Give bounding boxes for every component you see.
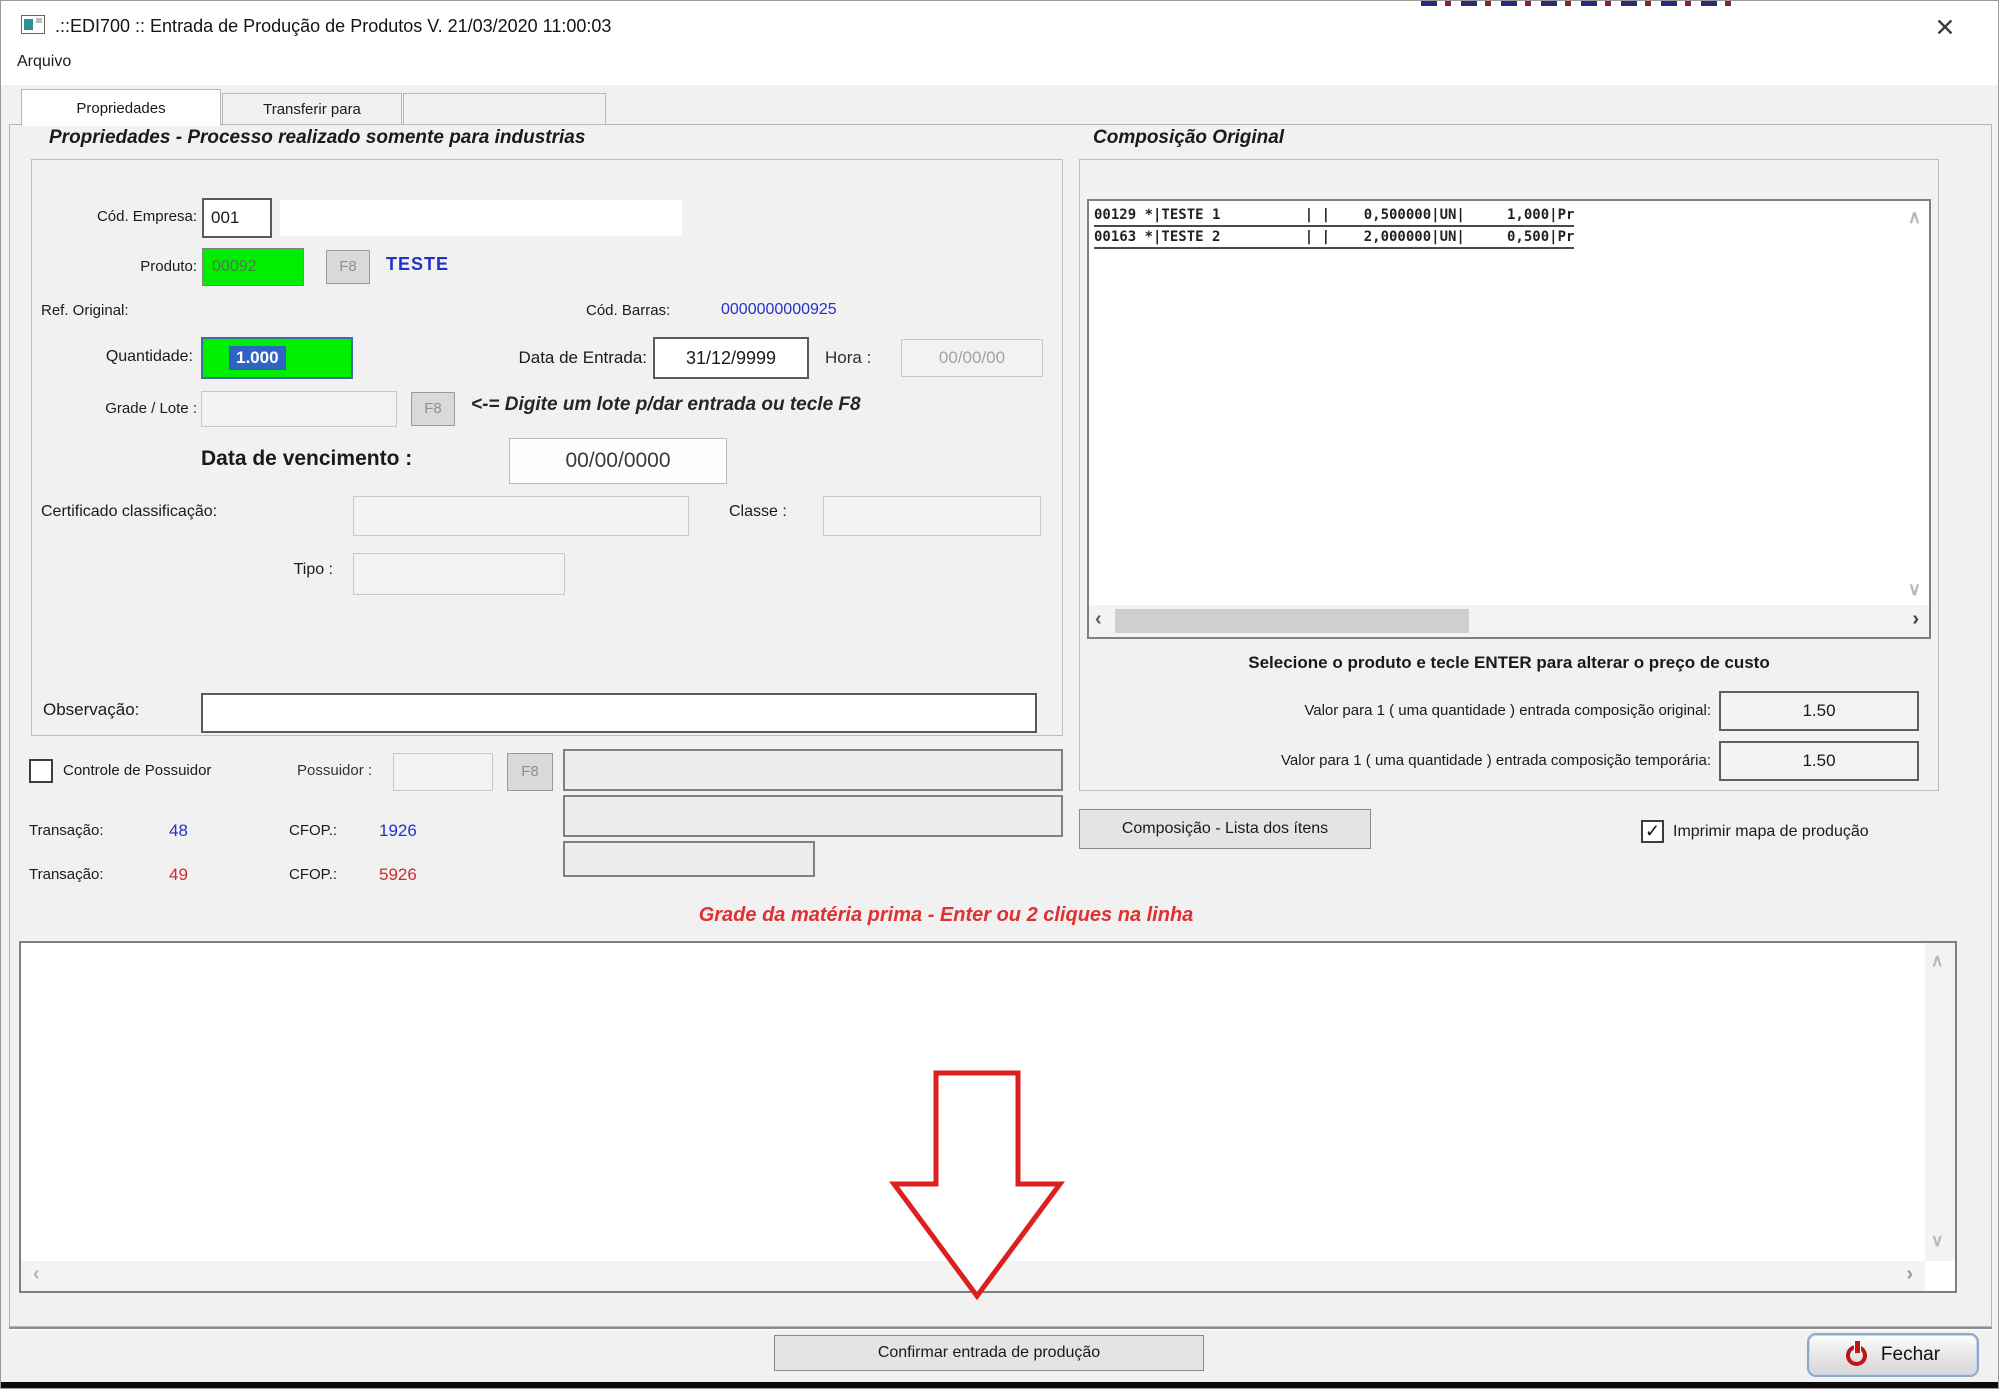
tab-empty[interactable] [403,93,606,125]
valor-temporaria-field: 1.50 [1719,741,1919,781]
classe-label: Classe : [729,503,787,521]
certificado-label: Certificado classificação: [41,503,217,521]
possuidor-f8-button[interactable]: F8 [507,753,553,791]
possuidor-label: Possuidor : [297,762,372,779]
app-icon-glyph [24,19,33,30]
list-scroll-right-icon[interactable]: › [1912,608,1919,631]
menu-arquivo[interactable]: Arquivo [17,53,71,71]
data-entrada-label: Data de Entrada: [439,348,647,368]
possuidor-desc-field-1 [563,749,1063,791]
down-arrow-annotation [881,1061,1101,1311]
grade-lote-hint: <-= Digite um lote p/dar entrada ou tecl… [471,394,861,416]
empresa-name-field [280,200,682,236]
tipo-input [353,553,565,595]
classe-input [823,496,1041,536]
app-icon-shadow [36,18,42,23]
tab-transferir-para[interactable]: Transferir para [222,93,402,125]
controle-possuidor-label: Controle de Possuidor [63,762,211,779]
valor-temporaria-label: Valor para 1 ( uma quantidade ) entrada … [1081,752,1711,769]
transacao2-label: Transação: [29,866,103,883]
bottom-edge [1,1382,1999,1389]
tipo-label: Tipo : [269,561,333,579]
observacao-label: Observação: [43,700,139,720]
app-icon [21,15,45,34]
list-hscrollbar[interactable]: ‹ › [1089,605,1929,637]
footer-divider-highlight [9,1329,1992,1330]
certificado-input [353,496,689,536]
controle-possuidor-checkbox[interactable] [29,759,53,783]
cod-barras-value: 0000000000925 [721,301,837,319]
grade-lote-input [201,391,397,427]
data-entrada-input[interactable]: 31/12/9999 [653,337,809,379]
produto-name: TESTE [386,254,449,275]
app-window: .::EDI700 :: Entrada de Produção de Prod… [0,0,1999,1389]
grade-scroll-down-icon[interactable]: ∨ [1931,1231,1943,1251]
cropped-overlay-artifact [1421,1,1731,6]
hora-label: Hora : [825,348,871,368]
cod-empresa-input[interactable]: 001 [202,198,272,238]
cfop1-value: 1926 [379,821,417,841]
list-hscroll-thumb[interactable] [1115,609,1469,633]
power-icon [1846,1345,1867,1366]
observacao-input[interactable] [201,693,1037,733]
composicao-lista-itens-button[interactable]: Composição - Lista dos ítens [1079,809,1371,849]
grade-lote-label: Grade / Lote : [59,400,197,417]
produto-input[interactable]: 00092 [202,248,304,286]
list-scroll-left-icon[interactable]: ‹ [1095,608,1102,631]
cfop2-label: CFOP.: [289,866,337,883]
list-scroll-up-icon[interactable]: ∧ [1908,207,1921,228]
valor-original-label: Valor para 1 ( uma quantidade ) entrada … [1081,702,1711,719]
propriedades-legend: Propriedades - Processo realizado soment… [43,127,591,149]
transacao2-value: 49 [169,865,188,885]
possuidor-desc-field-2 [563,795,1063,837]
close-icon[interactable]: ✕ [1923,11,1967,45]
composicao-row[interactable]: 00129 *|TESTE 1 | | 0,500000|UN| 1,000|P… [1094,205,1574,227]
confirmar-entrada-button[interactable]: Confirmar entrada de produção [774,1335,1204,1371]
fechar-label: Fechar [1881,1344,1940,1366]
vencimento-label: Data de vencimento : [201,447,412,471]
composicao-listbox: 00129 *|TESTE 1 | | 0,500000|UN| 1,000|P… [1087,199,1931,639]
window-title: .::EDI700 :: Entrada de Produção de Prod… [55,16,611,37]
transacao1-value: 48 [169,821,188,841]
cfop1-label: CFOP.: [289,822,337,839]
imprimir-mapa-checkbox[interactable]: ✓ [1641,820,1664,843]
grade-vscrollbar[interactable]: ∧ ∨ [1925,943,1955,1261]
composicao-legend: Composição Original [1087,127,1290,149]
grade-lote-f8-button[interactable]: F8 [411,392,455,426]
select-product-hint: Selecione o produto e tecle ENTER para a… [1079,653,1939,673]
valor-original-field: 1.50 [1719,691,1919,731]
composicao-row[interactable]: 00163 *|TESTE 2 | | 2,000000|UN| 0,500|P… [1094,227,1574,249]
grade-materia-prima-hint: Grade da matéria prima - Enter ou 2 cliq… [446,904,1446,927]
possuidor-input [393,753,493,791]
fechar-button[interactable]: Fechar [1807,1333,1979,1377]
quantidade-label: Quantidade: [41,348,193,366]
vencimento-input[interactable]: 00/00/0000 [509,438,727,484]
possuidor-desc-field-3 [563,841,815,877]
quantidade-input[interactable]: 1.000 [201,337,353,379]
ref-original-label: Ref. Original: [41,302,129,319]
produto-label: Produto: [101,258,197,275]
quantidade-selected-text: 1.000 [229,346,286,370]
list-scroll-down-icon[interactable]: ∨ [1908,579,1921,600]
tab-propriedades-label: Propriedades [76,100,165,117]
transacao1-label: Transação: [29,822,103,839]
grade-scroll-up-icon[interactable]: ∧ [1931,951,1943,971]
grade-scroll-right-icon[interactable]: › [1906,1263,1913,1286]
grade-scroll-left-icon[interactable]: ‹ [33,1263,40,1286]
imprimir-mapa-label: Imprimir mapa de produção [1673,823,1869,841]
cod-barras-label: Cód. Barras: [586,302,670,319]
tab-propriedades[interactable]: Propriedades [21,89,221,126]
produto-f8-button[interactable]: F8 [326,250,370,284]
cod-empresa-label: Cód. Empresa: [41,208,197,225]
cfop2-value: 5926 [379,865,417,885]
hora-field: 00/00/00 [901,339,1043,377]
tab-transferir-label: Transferir para [263,101,361,118]
